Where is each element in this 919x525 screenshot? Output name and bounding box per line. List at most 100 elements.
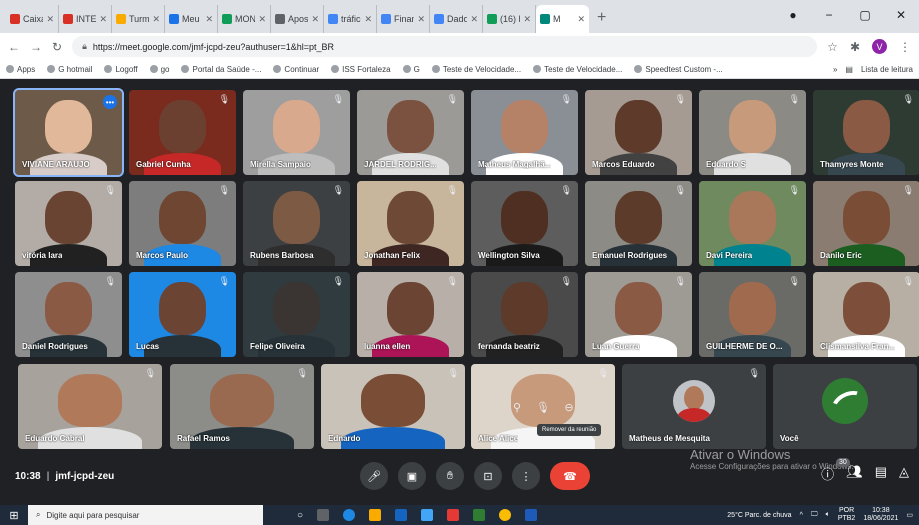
tab-close-icon[interactable]: ✕ xyxy=(99,14,107,25)
participant-tile[interactable]: 🎙︎ ⚲ 🎙︎ ⊖ Remover da reunião Alice Alice xyxy=(471,364,615,449)
back-icon[interactable]: ← xyxy=(8,40,20,54)
browser-tab[interactable]: INTEGR✕ xyxy=(59,5,112,33)
bookmark-item[interactable]: Teste de Velocidade... xyxy=(533,65,622,74)
store-icon[interactable] xyxy=(421,509,434,521)
participant-tile[interactable]: 🎙︎ Matheus de Mesquita xyxy=(622,364,766,449)
end-call-button[interactable]: ☎︎ xyxy=(550,462,590,490)
explorer-icon[interactable] xyxy=(369,509,382,521)
tab-close-icon[interactable]: ✕ xyxy=(417,14,425,25)
browser-tab[interactable]: Caixa✕ xyxy=(6,5,59,33)
extension-icon[interactable]: ✱ xyxy=(850,40,860,54)
browser-tab[interactable]: Meu D✕ xyxy=(165,5,218,33)
reload-icon[interactable]: ↻ xyxy=(52,40,62,54)
star-icon[interactable]: ☆ xyxy=(827,40,838,54)
browser-tab[interactable]: Aposti✕ xyxy=(271,5,324,33)
office-icon[interactable] xyxy=(447,509,460,521)
more-options-icon[interactable]: ••• xyxy=(103,95,117,109)
people-icon[interactable]: 👥︎ xyxy=(846,464,863,483)
participant-tile[interactable]: 🎙︎ Matheus Magalhã... xyxy=(471,90,578,175)
participant-tile[interactable]: 🎙︎ luanna ellen xyxy=(357,272,464,357)
participant-tile[interactable]: 🎙︎ Clismansilva Fran... xyxy=(813,272,919,357)
browser-tab[interactable]: Turma✕ xyxy=(112,5,165,33)
participant-tile[interactable]: 🎙︎ Lucas xyxy=(129,272,236,357)
chat-icon[interactable]: ▤ xyxy=(875,464,887,483)
participant-tile[interactable]: 🎙︎ Daniel Rodrigues xyxy=(15,272,122,357)
task-manager-icon[interactable] xyxy=(317,509,330,521)
more-options-button[interactable]: ⋮ xyxy=(512,462,540,490)
tab-close-icon[interactable]: ✕ xyxy=(46,14,54,25)
tab-close-icon[interactable]: ✕ xyxy=(311,14,319,25)
participant-tile[interactable]: 🎙︎ Eduardo Cabral xyxy=(18,364,162,449)
remove-participant-icon[interactable]: ⊖ xyxy=(560,398,578,416)
participant-tile[interactable]: 🎙︎ GUILHERME DE O... xyxy=(699,272,806,357)
taskbar-search[interactable]: ⌕ Digite aqui para pesquisar xyxy=(28,505,263,525)
address-bar[interactable]: 🔒︎ https://meet.google.com/jmf-jcpd-zeu?… xyxy=(72,36,818,57)
participant-tile[interactable]: 🎙︎ fernanda beatriz xyxy=(471,272,578,357)
network-icon[interactable]: 🖵︎ xyxy=(811,511,818,519)
volume-icon[interactable]: 🔈︎ xyxy=(826,511,830,519)
browser-tab[interactable]: tráfico✕ xyxy=(324,5,377,33)
participant-tile[interactable]: 🎙︎ Thamyres Monte xyxy=(813,90,919,175)
word-icon[interactable] xyxy=(525,509,538,521)
participant-tile[interactable]: 🎙︎ Davi Pereira xyxy=(699,181,806,266)
tab-close-icon[interactable]: ✕ xyxy=(470,14,478,25)
edge-icon[interactable] xyxy=(343,509,356,521)
bookmark-item[interactable]: Portal da Saúde -... xyxy=(181,65,261,74)
microphone-button[interactable]: 🎤︎ xyxy=(360,462,388,490)
task-view-icon[interactable]: ○ xyxy=(297,510,303,521)
participant-tile[interactable]: 🎙︎ vitória lara xyxy=(15,181,122,266)
language-indicator[interactable]: POR PTB2 xyxy=(838,507,856,523)
maximize-icon[interactable]: ▢ xyxy=(847,8,883,22)
notification-icon[interactable]: ▭ xyxy=(906,511,913,519)
bookmark-item[interactable]: Apps xyxy=(6,65,35,74)
minimize-icon[interactable]: − xyxy=(811,8,847,22)
info-icon[interactable]: ⓘ xyxy=(821,464,834,483)
menu-icon[interactable]: ⋮ xyxy=(899,40,911,54)
browser-tab[interactable]: Finanç✕ xyxy=(377,5,430,33)
browser-tab[interactable]: MONI✕ xyxy=(218,5,271,33)
browser-tab[interactable]: M ✕ xyxy=(536,5,589,33)
bookmark-item[interactable]: G xyxy=(402,65,420,74)
mute-participant-icon[interactable]: 🎙︎ xyxy=(534,398,552,416)
present-button[interactable]: ⊡ xyxy=(474,462,502,490)
bookmark-item[interactable]: G hotmail xyxy=(47,65,92,74)
tab-close-icon[interactable]: ✕ xyxy=(577,14,585,25)
tab-close-icon[interactable]: ✕ xyxy=(364,14,372,25)
participant-tile[interactable]: 🎙︎ Marcos Paulo xyxy=(129,181,236,266)
bookmark-item[interactable]: ISS Fortaleza xyxy=(331,65,391,74)
participant-tile[interactable]: 🎙︎ Danilo Eric xyxy=(813,181,919,266)
chrome-icon[interactable] xyxy=(499,509,512,521)
new-tab-icon[interactable]: + xyxy=(589,9,614,33)
tray-arrow-icon[interactable]: ^ xyxy=(800,512,803,519)
tab-close-icon[interactable]: ✕ xyxy=(205,14,213,25)
participant-tile[interactable]: ••• VIVIANE ARAUJO xyxy=(13,88,124,177)
tab-close-icon[interactable]: ✕ xyxy=(523,14,531,25)
participant-tile[interactable]: 🎙︎ Luan Guerra xyxy=(585,272,692,357)
mail-icon[interactable] xyxy=(395,509,408,521)
participant-tile[interactable]: 🎙︎ Rafael Ramos xyxy=(170,364,314,449)
camera-button[interactable]: ▣ xyxy=(398,462,426,490)
bookmark-item[interactable]: Teste de Velocidade... xyxy=(431,65,521,74)
bookmark-item[interactable]: go xyxy=(149,65,169,74)
activities-icon[interactable]: ◬ xyxy=(899,464,909,483)
tab-close-icon[interactable]: ✕ xyxy=(258,14,266,25)
close-window-icon[interactable]: ✕ xyxy=(883,8,919,22)
participant-tile[interactable]: Você xyxy=(773,364,917,449)
participant-tile[interactable]: 🎙︎ Mirella Sampaio xyxy=(243,90,350,175)
participant-tile[interactable]: 🎙︎ Rubens Barbosa xyxy=(243,181,350,266)
windows-start-icon[interactable]: ⊞ xyxy=(0,509,28,522)
participant-tile[interactable]: 🎙︎ JARDEL RODRIG... xyxy=(357,90,464,175)
clock[interactable]: 10:38 18/06/2021 xyxy=(863,507,898,523)
tab-close-icon[interactable]: ✕ xyxy=(152,14,160,25)
pin-icon[interactable]: ⚲ xyxy=(508,398,526,416)
profile-dot-icon[interactable]: ● xyxy=(775,8,811,22)
participant-tile[interactable]: 🎙︎ Ednardo xyxy=(321,364,465,449)
bookmark-item[interactable]: Logoff xyxy=(104,65,138,74)
participant-tile[interactable]: 🎙︎ Eduardo S xyxy=(699,90,806,175)
profile-avatar[interactable]: V xyxy=(872,39,887,54)
reading-list[interactable]: » ▤ Lista de leitura xyxy=(833,65,913,74)
browser-tab[interactable]: Dados✕ xyxy=(430,5,483,33)
excel-icon[interactable] xyxy=(473,509,486,521)
participant-tile[interactable]: 🎙︎ Marcos Eduardo xyxy=(585,90,692,175)
participant-tile[interactable]: 🎙︎ Felipe Oliveira xyxy=(243,272,350,357)
